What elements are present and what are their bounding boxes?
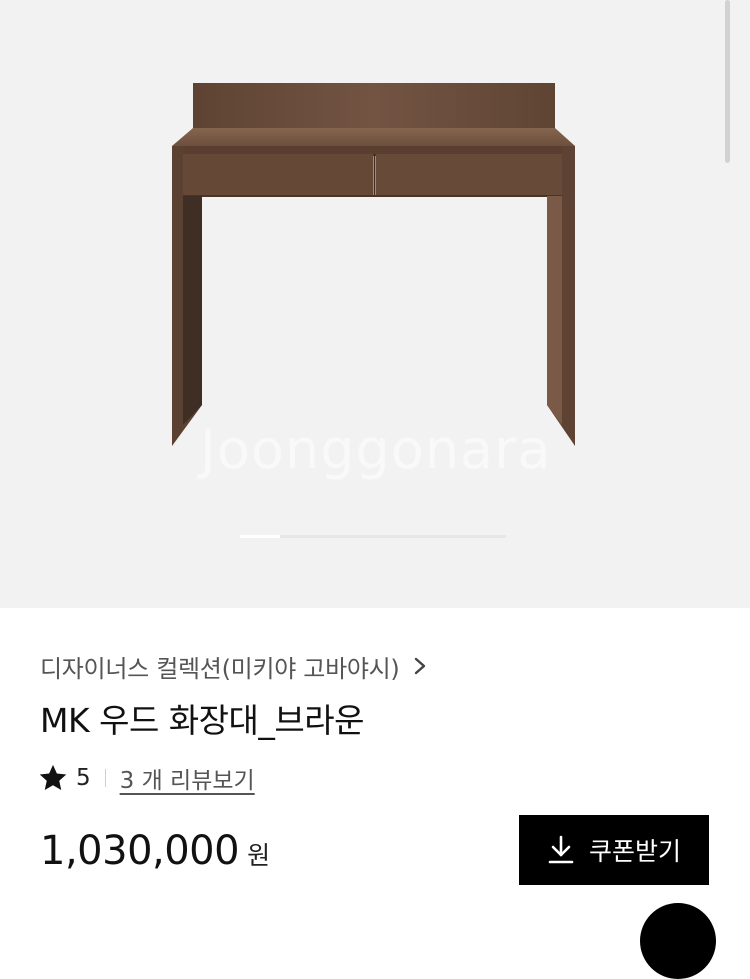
price-currency: 원 (247, 841, 271, 870)
carousel-indicator-active (240, 535, 280, 538)
brand-name: 디자이너스 컬렉션(미키야 고바야시) (40, 654, 400, 683)
floating-action-icon[interactable] (640, 903, 716, 979)
star-icon (39, 764, 67, 790)
brand-link[interactable]: 디자이너스 컬렉션(미키야 고바야시) (40, 646, 427, 686)
rating-divider (104, 769, 106, 787)
product-image-desk (172, 83, 575, 446)
rating-score: 5 (76, 765, 91, 791)
product-title: MK 우드 화장대_브라운 (40, 701, 364, 740)
reviews-link[interactable]: 3 개 리뷰보기 (120, 761, 255, 795)
download-icon (548, 835, 574, 864)
carousel-indicator (240, 535, 506, 538)
product-image-carousel[interactable]: Joonggonara (0, 0, 750, 608)
chevron-right-icon (415, 657, 426, 675)
watermark-text: Joonggonara (200, 418, 552, 481)
coupon-button-label: 쿠폰받기 (588, 837, 681, 866)
price-row: 1,030,000 원 (40, 828, 270, 888)
rating-row: 5 3 개 리뷰보기 (38, 760, 255, 796)
price-value: 1,030,000 (40, 828, 240, 874)
scrollbar[interactable] (725, 0, 730, 163)
coupon-button[interactable]: 쿠폰받기 (519, 815, 709, 885)
